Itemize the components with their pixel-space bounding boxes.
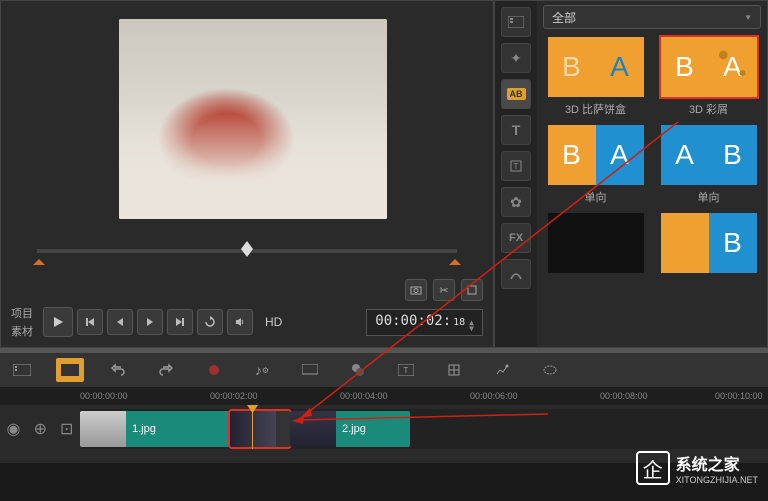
title-tab-icon[interactable]: T [501,115,531,145]
in-marker[interactable] [33,253,45,265]
timeline-ruler[interactable]: 00:00:00:00 00:00:02:00 00:00:04:00 00:0… [0,387,768,405]
plus-icon[interactable]: ⊕ [34,419,47,439]
text-tab-icon[interactable]: T [501,151,531,181]
undo-button[interactable] [104,358,132,382]
clip[interactable]: 1.jpg [80,411,230,447]
timeline-toolbar: ♪⚙ T [0,353,768,387]
transitions-tab-icon[interactable]: AB [501,79,531,109]
decorations-tab-icon[interactable]: ✿ [501,187,531,217]
scrubber-handle[interactable] [239,241,255,257]
lock-icon[interactable]: ⊡ [60,419,73,439]
next-frame-button[interactable] [137,309,163,335]
transition-item[interactable]: AB 单向 [656,125,761,205]
transition-item[interactable]: BA 3D 彩屑 [656,37,761,117]
preview-panel: ✂ 项目 素材 HD 00:00:02:18 ▲▼ [0,0,494,348]
scrubber[interactable] [37,241,457,261]
motion-button[interactable] [488,358,516,382]
visibility-icon[interactable]: ◉ [7,419,21,439]
media-tab-icon[interactable] [501,7,531,37]
effects-tab-icon[interactable]: ✦ [501,43,531,73]
track-header[interactable]: ◉ ⊕ ⊡ [0,409,80,449]
watermark: 企 系统之家 XITONGZHIJIA.NET [636,451,758,485]
track-motion-icon[interactable] [536,358,564,382]
volume-button[interactable] [227,309,253,335]
auto-music-icon[interactable] [296,358,324,382]
timeline-view-icon[interactable] [56,358,84,382]
transition-clip[interactable] [230,411,290,447]
timecode-display[interactable]: 00:00:02:18 ▲▼ [366,309,483,336]
record-button[interactable] [200,358,228,382]
preview-toolbar: ✂ [11,279,483,301]
prev-frame-button[interactable] [107,309,133,335]
material-tab[interactable]: 素材 [11,323,33,339]
timeline-panel: ♪⚙ T 00:00:00:00 00:00:02:00 00:00:04:00… [0,348,768,463]
transition-item[interactable]: BA 单向 [543,125,648,205]
go-start-button[interactable] [77,309,103,335]
audio-mixer-icon[interactable]: ♪⚙ [248,358,276,382]
path-tab-icon[interactable] [501,259,531,289]
timecode-stepper[interactable]: ▲▼ [469,320,474,332]
track-body[interactable]: 1.jpg 2.jpg [80,409,768,449]
clip[interactable]: 2.jpg [290,411,410,447]
subtitle-button[interactable]: T [392,358,420,382]
preview-image[interactable] [119,19,387,219]
cut-button[interactable]: ✂ [433,279,455,301]
library-panel: ✦ AB T T ✿ FX 全部 BA 3D 比萨饼盒 BA 3D 彩屑 [494,0,768,348]
filter-dropdown[interactable]: 全部 [543,5,761,29]
go-end-button[interactable] [167,309,193,335]
watermark-icon: 企 [636,451,670,485]
hd-toggle[interactable]: HD [265,315,282,329]
transition-item[interactable]: B [656,213,761,273]
project-tab[interactable]: 项目 [11,305,33,321]
playhead[interactable] [252,409,253,449]
out-marker[interactable] [449,253,461,265]
color-button[interactable] [344,358,372,382]
snapshot-button[interactable] [405,279,427,301]
transition-grid: BA 3D 比萨饼盒 BA 3D 彩屑 BA 单向 AB 单向 [543,37,761,273]
transition-item[interactable] [543,213,648,273]
redo-button[interactable] [152,358,180,382]
playback-controls: 项目 素材 HD 00:00:02:18 ▲▼ [11,305,483,339]
library-tabs: ✦ AB T T ✿ FX [495,1,537,347]
fx-tab-icon[interactable]: FX [501,223,531,253]
crop-button[interactable] [461,279,483,301]
video-track: ◉ ⊕ ⊡ 1.jpg 2.jpg [0,409,768,449]
svg-text:T: T [404,366,409,375]
transition-item[interactable]: BA 3D 比萨饼盒 [543,37,648,117]
chapter-button[interactable] [440,358,468,382]
play-button[interactable] [43,307,73,337]
storyboard-view-icon[interactable] [8,358,36,382]
svg-text:T: T [514,162,519,171]
loop-button[interactable] [197,309,223,335]
